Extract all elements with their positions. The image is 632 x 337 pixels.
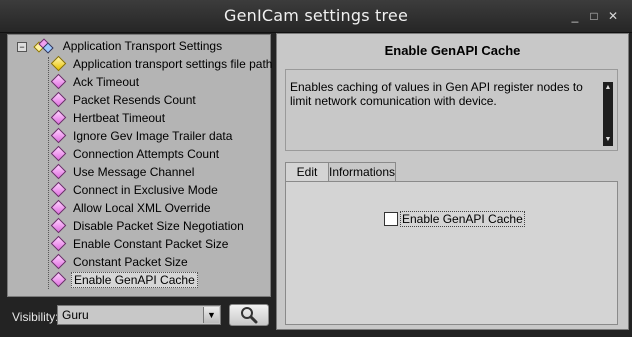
parameter-node-icon [50,127,67,144]
visibility-label: Visibility: [12,310,59,324]
tree-item[interactable]: Disable Packet Size Negotiation [50,217,246,235]
tree-root-label: Application Transport Settings [62,39,223,53]
minimize-button[interactable]: _ [568,9,582,23]
tree-item[interactable]: Ignore Gev Image Trailer data [50,127,234,145]
tree-item-label: Use Message Channel [73,165,195,179]
visibility-value: Guru [62,308,89,322]
settings-tree-panel: − Application Transport Settings Applica… [7,34,274,297]
tree-item-label: Connection Attempts Count [73,147,220,161]
parameter-node-icon [50,73,67,90]
tree-item-label: Enable Constant Packet Size [73,237,229,251]
tree-item-label: Enable GenAPI Cache [71,272,198,288]
tree-item[interactable]: Connection Attempts Count [50,145,221,163]
tree-item-label: Packet Resends Count [73,93,196,107]
chevron-down-icon[interactable]: ▼ [203,307,219,323]
parameter-node-icon [50,253,67,270]
collapse-icon[interactable]: − [17,42,27,52]
tree-item[interactable]: Packet Resends Count [50,91,198,109]
edit-tab-content: Enable GenAPI Cache [285,181,618,325]
tree-item-label: Constant Packet Size [73,255,188,269]
tree-item[interactable]: Use Message Channel [50,163,196,181]
parameter-details-panel: Enable GenAPI Cache Enables caching of v… [276,33,629,330]
tree-item-label: Ack Timeout [73,75,140,89]
title-bar[interactable]: GenICam settings tree _ □ ✕ [0,0,632,33]
search-button[interactable] [229,304,269,326]
parameter-node-icon [50,55,67,72]
description-scrollbar[interactable]: ▲ ▼ [603,82,613,146]
tree-item[interactable]: Enable Constant Packet Size [50,235,230,253]
tree-item[interactable]: Constant Packet Size [50,253,190,271]
category-icon [33,38,55,54]
enable-genapi-cache-label[interactable]: Enable GenAPI Cache [400,211,525,227]
parameter-node-icon [50,217,67,234]
tree-item-label: Allow Local XML Override [73,201,211,215]
tree-item[interactable]: Connect in Exclusive Mode [50,181,220,199]
tree-guide-line [48,57,49,289]
tab-edit[interactable]: Edit [285,162,329,182]
visibility-select[interactable]: Guru ▼ [57,305,221,325]
tree-item[interactable]: Enable GenAPI Cache [50,271,198,289]
search-icon [241,307,258,324]
parameter-title: Enable GenAPI Cache [384,43,521,58]
parameter-node-icon [50,109,67,126]
enable-genapi-cache-checkbox[interactable] [384,212,398,226]
parameter-node-icon [50,145,67,162]
tree-item[interactable]: Ack Timeout [50,73,141,91]
parameter-node-icon [50,163,67,180]
tab-informations[interactable]: Informations [328,162,396,181]
description-box: Enables caching of values in Gen API reg… [285,69,618,151]
tree-item-label: Ignore Gev Image Trailer data [73,129,233,143]
tree-item-label: Hertbeat Timeout [73,111,166,125]
maximize-button[interactable]: □ [587,9,601,23]
tree-root[interactable]: − Application Transport Settings [8,37,224,55]
parameter-node-icon [50,271,67,288]
tree-item[interactable]: Application transport settings file path [50,55,274,73]
tree-item-label: Application transport settings file path [73,57,273,71]
parameter-node-icon [50,235,67,252]
window-title: GenICam settings tree [223,6,409,25]
parameter-node-icon [50,199,67,216]
tree-item[interactable]: Allow Local XML Override [50,199,213,217]
scroll-up-icon[interactable]: ▲ [603,82,613,94]
parameter-node-icon [50,181,67,198]
close-button[interactable]: ✕ [606,9,620,23]
scroll-down-icon[interactable]: ▼ [603,134,613,146]
parameter-node-icon [50,91,67,108]
description-text: Enables caching of values in Gen API reg… [290,80,583,108]
tree-item-label: Disable Packet Size Negotiation [73,219,244,233]
tree-item[interactable]: Hertbeat Timeout [50,109,167,127]
tree-item-label: Connect in Exclusive Mode [73,183,218,197]
genicam-window: GenICam settings tree _ □ ✕ − Applicatio… [0,0,632,337]
